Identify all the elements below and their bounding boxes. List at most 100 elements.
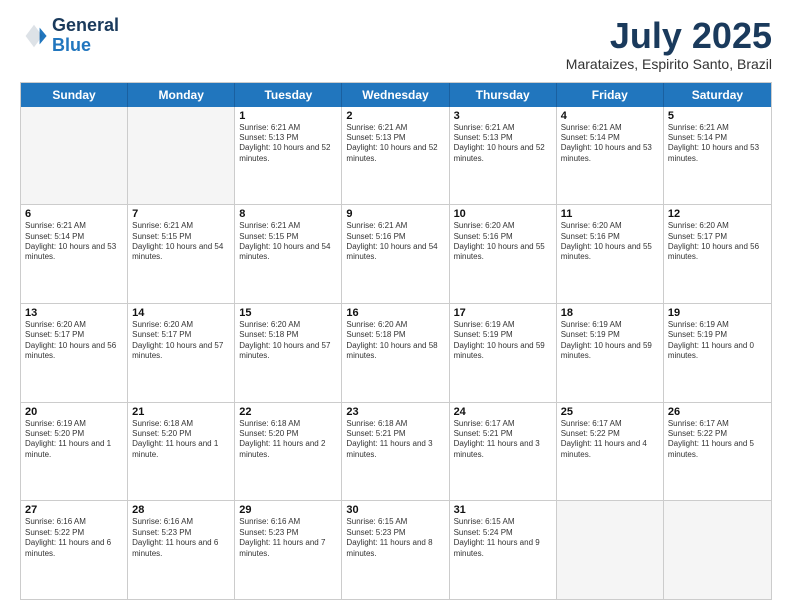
calendar-cell: 11Sunrise: 6:20 AM Sunset: 5:16 PM Dayli… [557,205,664,303]
header-day-monday: Monday [128,83,235,107]
day-number: 26 [668,406,767,418]
cell-info: Sunrise: 6:15 AM Sunset: 5:23 PM Dayligh… [346,517,444,559]
cell-info: Sunrise: 6:16 AM Sunset: 5:23 PM Dayligh… [239,517,337,559]
calendar-cell: 20Sunrise: 6:19 AM Sunset: 5:20 PM Dayli… [21,403,128,501]
day-number: 22 [239,406,337,418]
day-number: 6 [25,208,123,220]
cell-info: Sunrise: 6:16 AM Sunset: 5:22 PM Dayligh… [25,517,123,559]
calendar-cell: 7Sunrise: 6:21 AM Sunset: 5:15 PM Daylig… [128,205,235,303]
calendar-cell: 26Sunrise: 6:17 AM Sunset: 5:22 PM Dayli… [664,403,771,501]
calendar-header: SundayMondayTuesdayWednesdayThursdayFrid… [21,83,771,107]
day-number: 9 [346,208,444,220]
logo-icon [20,22,48,50]
day-number: 24 [454,406,552,418]
day-number: 20 [25,406,123,418]
day-number: 21 [132,406,230,418]
cell-info: Sunrise: 6:17 AM Sunset: 5:22 PM Dayligh… [668,419,767,461]
cell-info: Sunrise: 6:15 AM Sunset: 5:24 PM Dayligh… [454,517,552,559]
calendar-cell: 8Sunrise: 6:21 AM Sunset: 5:15 PM Daylig… [235,205,342,303]
cell-info: Sunrise: 6:21 AM Sunset: 5:15 PM Dayligh… [239,221,337,263]
header-day-friday: Friday [557,83,664,107]
calendar-cell: 25Sunrise: 6:17 AM Sunset: 5:22 PM Dayli… [557,403,664,501]
day-number: 13 [25,307,123,319]
calendar-cell: 6Sunrise: 6:21 AM Sunset: 5:14 PM Daylig… [21,205,128,303]
day-number: 12 [668,208,767,220]
calendar-cell: 2Sunrise: 6:21 AM Sunset: 5:13 PM Daylig… [342,107,449,205]
day-number: 28 [132,504,230,516]
calendar-row-5: 27Sunrise: 6:16 AM Sunset: 5:22 PM Dayli… [21,500,771,599]
day-number: 3 [454,110,552,122]
day-number: 16 [346,307,444,319]
cell-info: Sunrise: 6:19 AM Sunset: 5:19 PM Dayligh… [454,320,552,362]
cell-info: Sunrise: 6:18 AM Sunset: 5:20 PM Dayligh… [132,419,230,461]
cell-info: Sunrise: 6:21 AM Sunset: 5:14 PM Dayligh… [561,123,659,165]
header-day-tuesday: Tuesday [235,83,342,107]
day-number: 10 [454,208,552,220]
calendar-cell [128,107,235,205]
calendar-cell: 9Sunrise: 6:21 AM Sunset: 5:16 PM Daylig… [342,205,449,303]
cell-info: Sunrise: 6:18 AM Sunset: 5:20 PM Dayligh… [239,419,337,461]
day-number: 18 [561,307,659,319]
day-number: 2 [346,110,444,122]
day-number: 5 [668,110,767,122]
calendar-cell: 28Sunrise: 6:16 AM Sunset: 5:23 PM Dayli… [128,501,235,599]
cell-info: Sunrise: 6:21 AM Sunset: 5:16 PM Dayligh… [346,221,444,263]
calendar-row-4: 20Sunrise: 6:19 AM Sunset: 5:20 PM Dayli… [21,402,771,501]
calendar-cell: 14Sunrise: 6:20 AM Sunset: 5:17 PM Dayli… [128,304,235,402]
day-number: 4 [561,110,659,122]
calendar-cell: 1Sunrise: 6:21 AM Sunset: 5:13 PM Daylig… [235,107,342,205]
calendar-cell: 18Sunrise: 6:19 AM Sunset: 5:19 PM Dayli… [557,304,664,402]
calendar-cell: 23Sunrise: 6:18 AM Sunset: 5:21 PM Dayli… [342,403,449,501]
day-number: 1 [239,110,337,122]
header-day-sunday: Sunday [21,83,128,107]
page: General Blue July 2025 Marataizes, Espir… [0,0,792,612]
cell-info: Sunrise: 6:20 AM Sunset: 5:17 PM Dayligh… [668,221,767,263]
header-day-wednesday: Wednesday [342,83,449,107]
calendar-cell [21,107,128,205]
day-number: 14 [132,307,230,319]
cell-info: Sunrise: 6:17 AM Sunset: 5:22 PM Dayligh… [561,419,659,461]
day-number: 30 [346,504,444,516]
cell-info: Sunrise: 6:21 AM Sunset: 5:13 PM Dayligh… [346,123,444,165]
day-number: 8 [239,208,337,220]
calendar-cell: 12Sunrise: 6:20 AM Sunset: 5:17 PM Dayli… [664,205,771,303]
calendar-cell: 29Sunrise: 6:16 AM Sunset: 5:23 PM Dayli… [235,501,342,599]
calendar-cell: 19Sunrise: 6:19 AM Sunset: 5:19 PM Dayli… [664,304,771,402]
calendar-cell: 4Sunrise: 6:21 AM Sunset: 5:14 PM Daylig… [557,107,664,205]
calendar-cell: 16Sunrise: 6:20 AM Sunset: 5:18 PM Dayli… [342,304,449,402]
calendar-cell: 31Sunrise: 6:15 AM Sunset: 5:24 PM Dayli… [450,501,557,599]
cell-info: Sunrise: 6:20 AM Sunset: 5:17 PM Dayligh… [132,320,230,362]
calendar-cell: 13Sunrise: 6:20 AM Sunset: 5:17 PM Dayli… [21,304,128,402]
cell-info: Sunrise: 6:18 AM Sunset: 5:21 PM Dayligh… [346,419,444,461]
day-number: 19 [668,307,767,319]
cell-info: Sunrise: 6:20 AM Sunset: 5:16 PM Dayligh… [561,221,659,263]
cell-info: Sunrise: 6:19 AM Sunset: 5:19 PM Dayligh… [561,320,659,362]
day-number: 29 [239,504,337,516]
cell-info: Sunrise: 6:20 AM Sunset: 5:17 PM Dayligh… [25,320,123,362]
cell-info: Sunrise: 6:21 AM Sunset: 5:13 PM Dayligh… [239,123,337,165]
calendar-cell: 27Sunrise: 6:16 AM Sunset: 5:22 PM Dayli… [21,501,128,599]
calendar-cell: 17Sunrise: 6:19 AM Sunset: 5:19 PM Dayli… [450,304,557,402]
day-number: 25 [561,406,659,418]
header-day-saturday: Saturday [664,83,771,107]
cell-info: Sunrise: 6:21 AM Sunset: 5:15 PM Dayligh… [132,221,230,263]
day-number: 7 [132,208,230,220]
header: General Blue July 2025 Marataizes, Espir… [20,16,772,72]
location: Marataizes, Espirito Santo, Brazil [566,56,772,72]
calendar-cell: 30Sunrise: 6:15 AM Sunset: 5:23 PM Dayli… [342,501,449,599]
calendar-row-1: 1Sunrise: 6:21 AM Sunset: 5:13 PM Daylig… [21,107,771,205]
calendar-body: 1Sunrise: 6:21 AM Sunset: 5:13 PM Daylig… [21,107,771,599]
cell-info: Sunrise: 6:21 AM Sunset: 5:13 PM Dayligh… [454,123,552,165]
calendar: SundayMondayTuesdayWednesdayThursdayFrid… [20,82,772,600]
day-number: 31 [454,504,552,516]
calendar-row-3: 13Sunrise: 6:20 AM Sunset: 5:17 PM Dayli… [21,303,771,402]
calendar-cell: 22Sunrise: 6:18 AM Sunset: 5:20 PM Dayli… [235,403,342,501]
cell-info: Sunrise: 6:19 AM Sunset: 5:20 PM Dayligh… [25,419,123,461]
calendar-cell: 5Sunrise: 6:21 AM Sunset: 5:14 PM Daylig… [664,107,771,205]
calendar-cell [664,501,771,599]
cell-info: Sunrise: 6:19 AM Sunset: 5:19 PM Dayligh… [668,320,767,362]
day-number: 11 [561,208,659,220]
calendar-cell: 24Sunrise: 6:17 AM Sunset: 5:21 PM Dayli… [450,403,557,501]
calendar-cell: 3Sunrise: 6:21 AM Sunset: 5:13 PM Daylig… [450,107,557,205]
calendar-cell: 21Sunrise: 6:18 AM Sunset: 5:20 PM Dayli… [128,403,235,501]
